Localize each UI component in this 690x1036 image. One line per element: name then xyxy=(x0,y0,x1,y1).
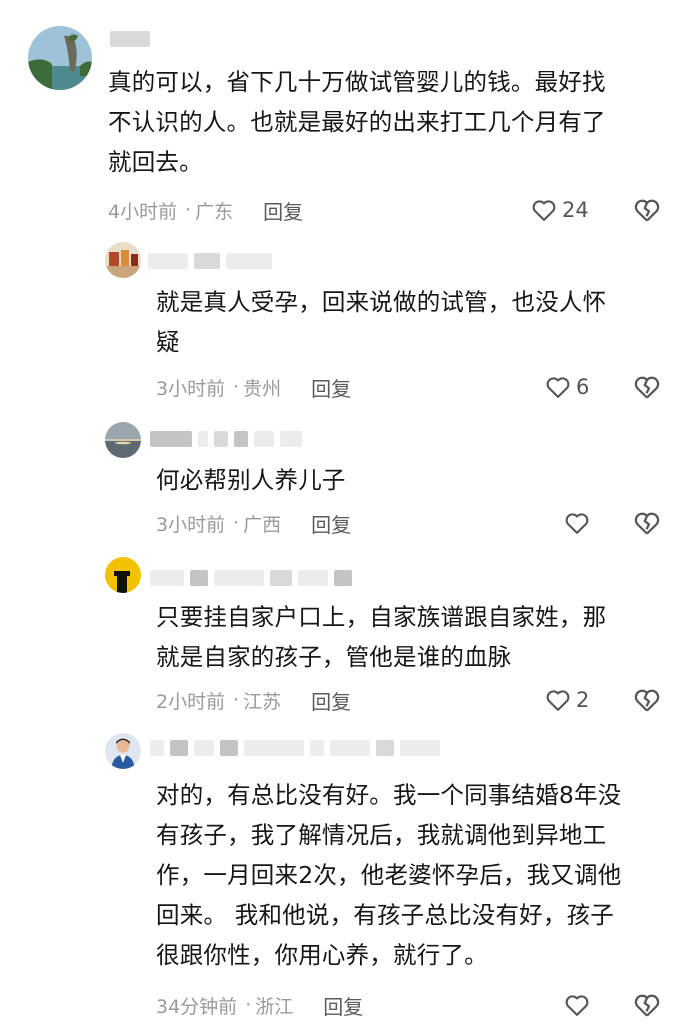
person-portrait-avatar-icon xyxy=(105,733,141,769)
reply-button[interactable]: 回复 xyxy=(263,196,303,225)
comment-time: 3小时前 xyxy=(156,513,226,536)
heart-icon xyxy=(546,690,570,711)
like-count: 24 xyxy=(562,198,589,222)
avatar[interactable] xyxy=(28,26,92,90)
comment-time: 4小时前 xyxy=(108,200,178,223)
mountain-rock-avatar-icon xyxy=(28,26,92,90)
comment-text: 就是真人受孕，回来说做的试管，也没人怀 疑 xyxy=(156,288,607,356)
username-blurred[interactable] xyxy=(150,569,352,587)
comment-region: 浙江 xyxy=(255,995,294,1018)
like-button[interactable]: 2 xyxy=(544,684,589,716)
reply-item: 对的，有总比没有好。我一个同事结婚8年没 有孩子，我了解情况后，我就调他到异地工… xyxy=(0,725,690,1036)
separator: · xyxy=(185,199,192,221)
dislike-button[interactable] xyxy=(632,372,662,402)
avatar[interactable] xyxy=(105,242,141,278)
separator: · xyxy=(233,376,240,398)
username-blurred[interactable] xyxy=(110,30,150,48)
comment-item: 真的可以，省下几十万做试管婴儿的钱。最好找 不认识的人。也就是最好的出来打工几个… xyxy=(0,0,690,230)
comment-time: 3小时前 xyxy=(156,377,226,400)
separator: · xyxy=(233,689,240,711)
like-count: 6 xyxy=(576,375,590,399)
broken-heart-icon xyxy=(634,199,660,222)
like-button[interactable] xyxy=(563,989,591,1021)
like-button[interactable] xyxy=(563,507,591,539)
yellow-black-avatar-icon xyxy=(105,557,141,593)
sunset-lake-avatar-icon xyxy=(105,422,141,458)
heart-icon xyxy=(565,995,589,1016)
dislike-button[interactable] xyxy=(632,195,662,225)
broken-heart-icon xyxy=(634,994,660,1017)
broken-heart-icon xyxy=(634,689,660,712)
separator: · xyxy=(233,512,240,534)
reply-button[interactable]: 回复 xyxy=(311,686,351,715)
comment-region: 江苏 xyxy=(243,690,282,713)
broken-heart-icon xyxy=(634,512,660,535)
dislike-button[interactable] xyxy=(632,990,662,1020)
dislike-button[interactable] xyxy=(632,508,662,538)
avatar[interactable] xyxy=(105,557,141,593)
comment-text: 对的，有总比没有好。我一个同事结婚8年没 有孩子，我了解情况后，我就调他到异地工… xyxy=(156,781,622,969)
comment-meta: 34分钟前 · 浙江 回复 xyxy=(156,990,363,1020)
comment-text: 真的可以，省下几十万做试管婴儿的钱。最好找 不认识的人。也就是最好的出来打工几个… xyxy=(108,68,606,176)
reply-button[interactable]: 回复 xyxy=(311,373,351,402)
comment-region: 广西 xyxy=(243,513,282,536)
like-button[interactable]: 6 xyxy=(544,371,589,403)
avatar[interactable] xyxy=(105,733,141,769)
reply-item: 只要挂自家户口上，自家族谱跟自家姓，那 就是自家的孩子，管他是谁的血脉 2小时前… xyxy=(0,545,690,725)
broken-heart-icon xyxy=(634,376,660,399)
dislike-button[interactable] xyxy=(632,685,662,715)
like-count: 2 xyxy=(576,688,590,712)
comment-region: 广东 xyxy=(195,200,234,223)
separator: · xyxy=(245,994,252,1016)
comment-text: 只要挂自家户口上，自家族谱跟自家姓，那 就是自家的孩子，管他是谁的血脉 xyxy=(156,603,607,671)
reply-item: 何必帮别人养儿子 3小时前 · 广西 回复 xyxy=(0,410,690,545)
like-button[interactable]: 24 xyxy=(530,194,589,226)
comment-region: 贵州 xyxy=(243,377,282,400)
comment-meta: 3小时前 · 广西 回复 xyxy=(156,508,351,538)
comment-meta: 4小时前 · 广东 回复 xyxy=(108,195,303,225)
heart-icon xyxy=(546,377,570,398)
comment-time: 2小时前 xyxy=(156,690,226,713)
reply-button[interactable]: 回复 xyxy=(323,991,363,1020)
food-plate-avatar-icon xyxy=(105,242,141,278)
reply-button[interactable]: 回复 xyxy=(311,509,351,538)
heart-icon xyxy=(565,513,589,534)
username-blurred[interactable] xyxy=(150,430,302,448)
comment-time: 34分钟前 xyxy=(156,995,238,1018)
reply-item: 就是真人受孕，回来说做的试管，也没人怀 疑 3小时前 · 贵州 回复 6 xyxy=(0,230,690,410)
comment-meta: 2小时前 · 江苏 回复 xyxy=(156,685,351,715)
heart-icon xyxy=(532,200,556,221)
avatar[interactable] xyxy=(105,422,141,458)
comment-text: 何必帮别人养儿子 xyxy=(156,466,346,494)
comment-meta: 3小时前 · 贵州 回复 xyxy=(156,372,351,402)
username-blurred[interactable] xyxy=(150,739,440,757)
username-blurred[interactable] xyxy=(148,252,272,270)
